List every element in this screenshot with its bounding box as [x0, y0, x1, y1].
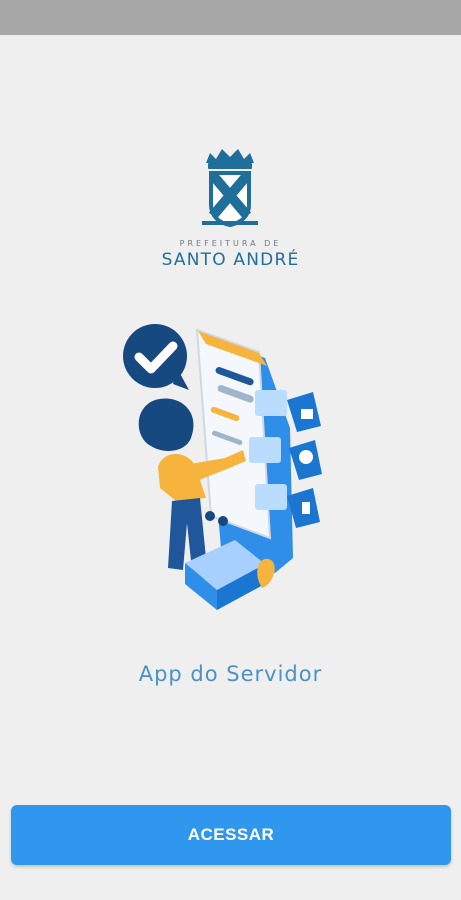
- access-button[interactable]: ACESSAR: [11, 805, 451, 865]
- status-bar: [0, 0, 461, 35]
- logo-subtitle: PREFEITURA DE: [179, 239, 282, 248]
- woman-with-phone-illustration-icon: [123, 324, 322, 610]
- splash-screen: PREFEITURA DE SANTO ANDRÉ App do Servido…: [0, 0, 461, 900]
- app-title: App do Servidor: [138, 662, 323, 686]
- coat-of-arms-icon: [202, 149, 258, 227]
- logo-title: SANTO ANDRÉ: [161, 250, 300, 270]
